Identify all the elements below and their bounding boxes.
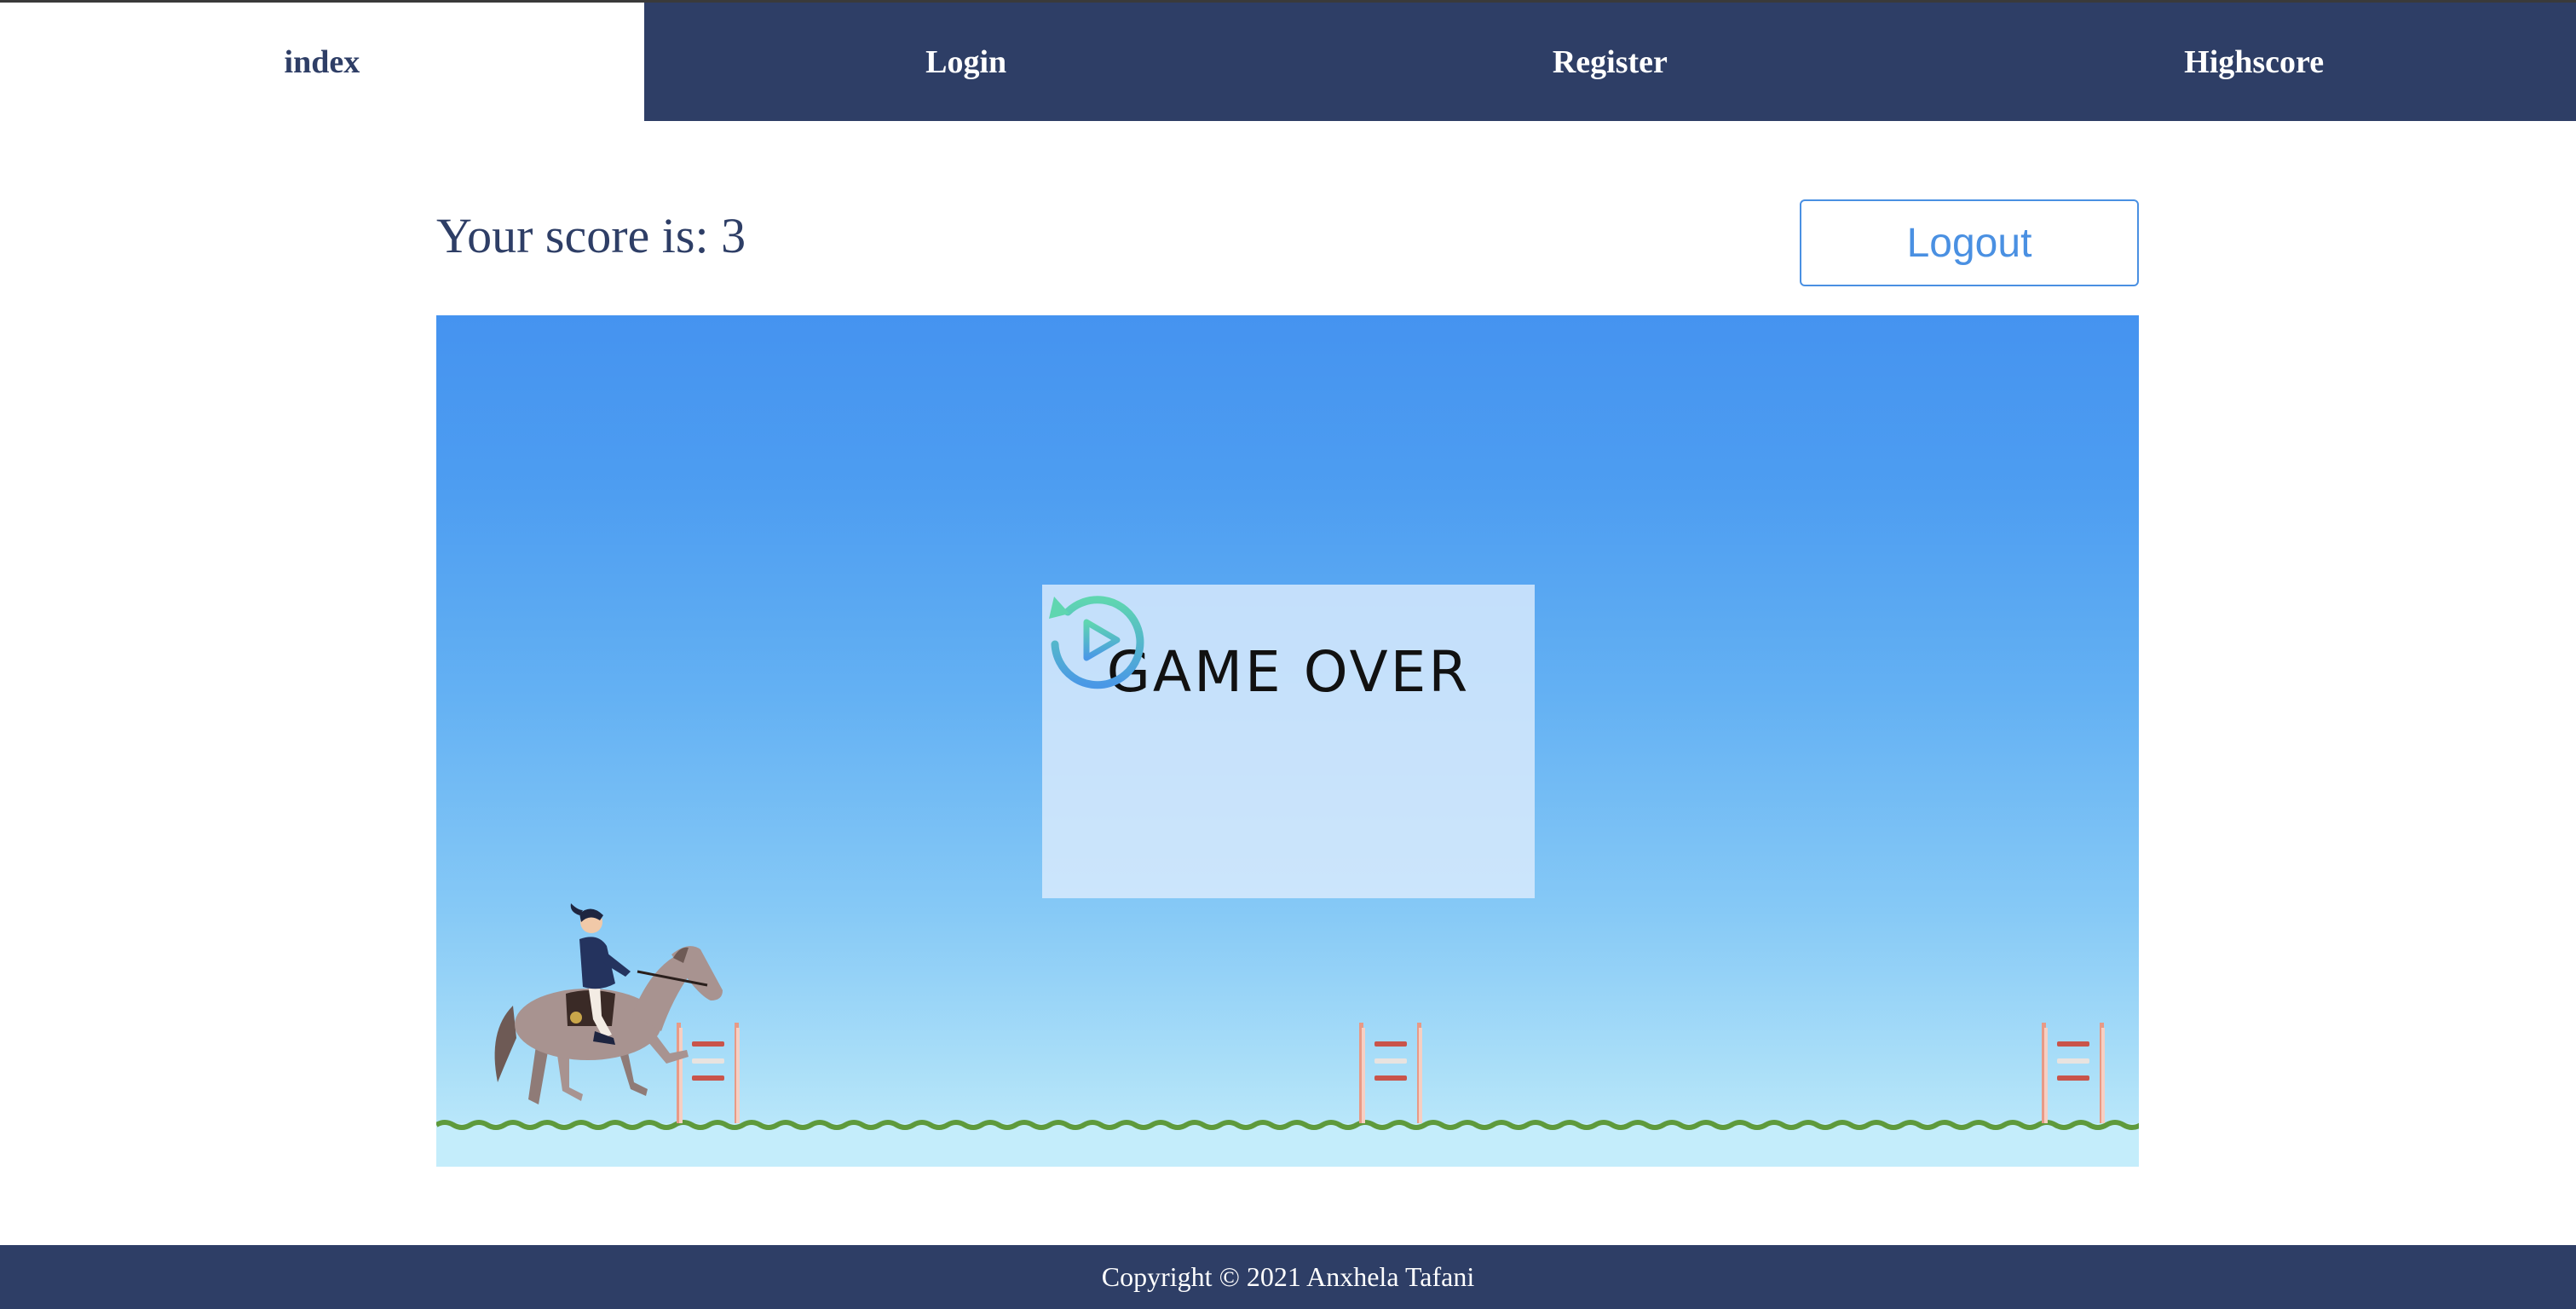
copyright-text: Copyright © 2021 Anxhela Tafani	[1101, 1261, 1475, 1292]
top-navbar: index Login Register Highscore	[0, 3, 2576, 121]
grass-line	[436, 1120, 2139, 1130]
score-text: Your score is: 3	[436, 208, 746, 263]
nav-tab-index[interactable]: index	[0, 3, 644, 121]
replay-icon[interactable]	[1042, 585, 1153, 695]
game-over-panel: GAME OVER	[1042, 585, 1535, 898]
nav-tab-login[interactable]: Login	[644, 3, 1288, 121]
nav-tab-register[interactable]: Register	[1288, 3, 1933, 121]
footer: Copyright © 2021 Anxhela Tafani	[0, 1245, 2576, 1309]
horse-rider-icon	[494, 903, 723, 1104]
game-canvas[interactable]: GAME OVER	[436, 315, 2139, 1167]
nav-tab-highscore[interactable]: Highscore	[1932, 3, 2576, 121]
hurdle-obstacle	[2042, 1023, 2105, 1123]
ground-area	[436, 1123, 2139, 1167]
logout-button[interactable]: Logout	[1800, 199, 2139, 286]
hurdle-obstacle	[1359, 1023, 1422, 1123]
hurdle-obstacle	[677, 1023, 740, 1123]
